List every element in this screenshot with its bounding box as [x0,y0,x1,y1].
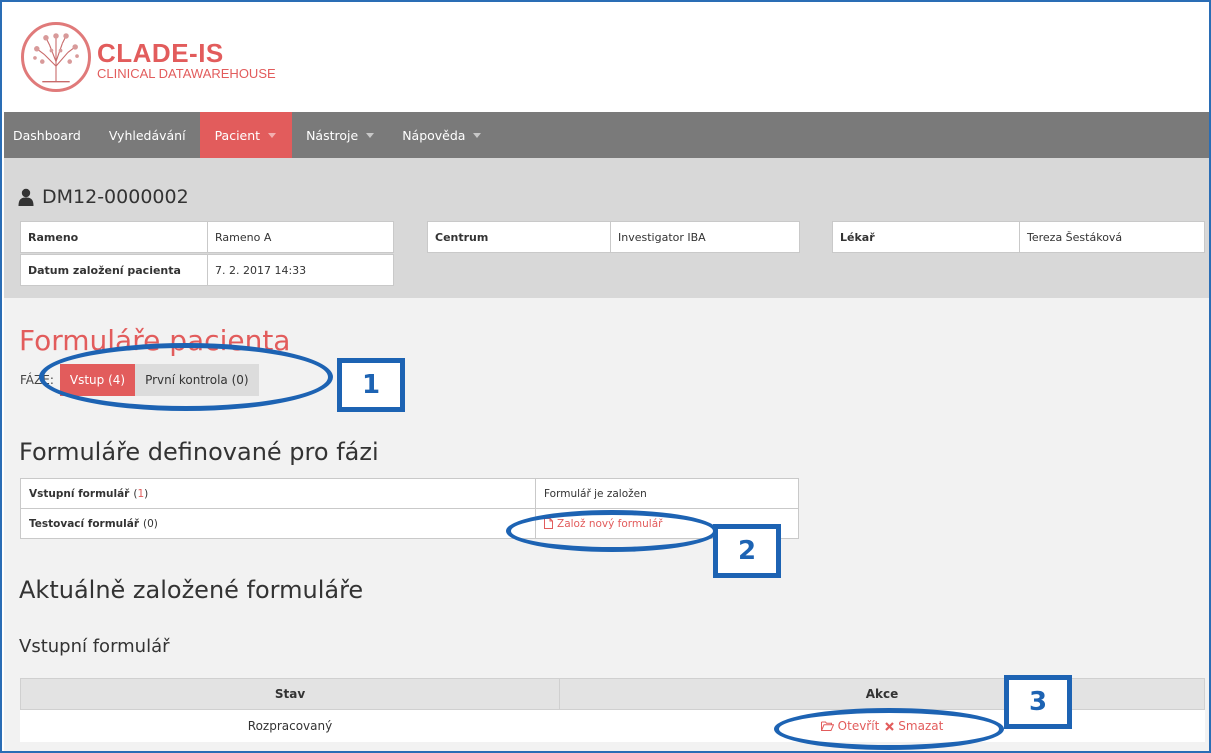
nav-napoveda-label: Nápověda [402,127,466,143]
table-header-stav: Stav [20,678,560,710]
main-navbar: Dashboard Vyhledávání Pacient Nástroje N… [4,112,1209,158]
patient-id: DM12-0000002 [42,186,189,208]
defined-form-status: Formulář je založen [535,478,799,509]
app-header: CLADE-IS CLINICAL DATAWAREHOUSE [4,4,1209,112]
delete-form-label: Smazat [898,719,944,733]
user-icon [18,188,34,206]
defined-form-name-testovaci: Testovací formulář (0) [20,508,536,539]
close-icon [885,721,895,731]
phase-button-prvni-kontrola[interactable]: První kontrola (0) [135,364,259,396]
phase-label: FÁZE: [20,373,54,387]
centrum-value: Investigator IBA [610,221,800,253]
datum-value: 7. 2. 2017 14:33 [207,254,394,286]
phase-selector: FÁZE: Vstup (4) První kontrola (0) [20,364,259,396]
annotation-callout-1: 1 [337,358,405,412]
annotation-callout-3: 3 [1004,675,1072,729]
table-cell-stav: Rozpracovaný [20,710,560,742]
lekar-value: Tereza Šestáková [1019,221,1205,253]
folder-open-icon [820,721,834,731]
defined-form-name-vstupni: Vstupní formulář (1) [20,478,536,509]
table-cell-akce: Otevřít Smazat [559,710,1205,742]
page-title: Formuláře pacienta [19,324,291,357]
rameno-label: Rameno [20,221,208,253]
form-count-link[interactable]: 1 [137,488,144,500]
nav-pacient[interactable]: Pacient [199,112,293,158]
lekar-label: Lékař [832,221,1020,253]
form-name: Testovací formulář [29,517,140,530]
nav-vyhledavani-label: Vyhledávání [108,127,186,143]
centrum-label: Centrum [427,221,611,253]
chevron-down-icon [473,132,482,138]
brand-subtitle: CLINICAL DATAWAREHOUSE [97,66,276,81]
open-form-label: Otevřít [837,719,880,733]
patient-heading: DM12-0000002 [18,186,189,208]
current-forms-heading: Aktuálně založené formuláře [19,576,364,604]
file-icon [544,518,553,529]
phase-button-vstup[interactable]: Vstup (4) [59,364,136,396]
brand-title: CLADE-IS [97,38,224,68]
current-form-subheading: Vstupní formulář [19,636,170,657]
chevron-down-icon [268,132,277,138]
nav-nastroje[interactable]: Nástroje [292,112,388,158]
rameno-value: Rameno A [207,221,394,253]
annotation-callout-2: 2 [713,524,781,578]
nav-nastroje-label: Nástroje [306,127,359,143]
nav-pacient-label: Pacient [214,127,261,143]
logo-tree-icon[interactable] [21,22,91,92]
nav-dashboard-label: Dashboard [13,127,81,143]
create-form-label: Založ nový formulář [557,517,663,530]
nav-dashboard[interactable]: Dashboard [4,112,95,158]
open-form-link[interactable]: Otevřít [820,719,880,733]
screenshot-frame: CLADE-IS CLINICAL DATAWAREHOUSE Dashboar… [0,0,1211,753]
defined-forms-heading: Formuláře definované pro fázi [19,438,379,466]
nav-vyhledavani[interactable]: Vyhledávání [95,112,200,158]
form-count: (0) [143,517,158,530]
chevron-down-icon [366,132,375,138]
patient-panel: DM12-0000002 Rameno Rameno A Centrum Inv… [4,158,1209,298]
table-header-akce: Akce [559,678,1205,710]
create-form-link[interactable]: Založ nový formulář [544,518,662,530]
delete-form-link[interactable]: Smazat [885,719,943,733]
form-name: Vstupní formulář [29,487,130,500]
nav-napoveda[interactable]: Nápověda [388,112,495,158]
datum-label: Datum založení pacienta [20,254,208,286]
